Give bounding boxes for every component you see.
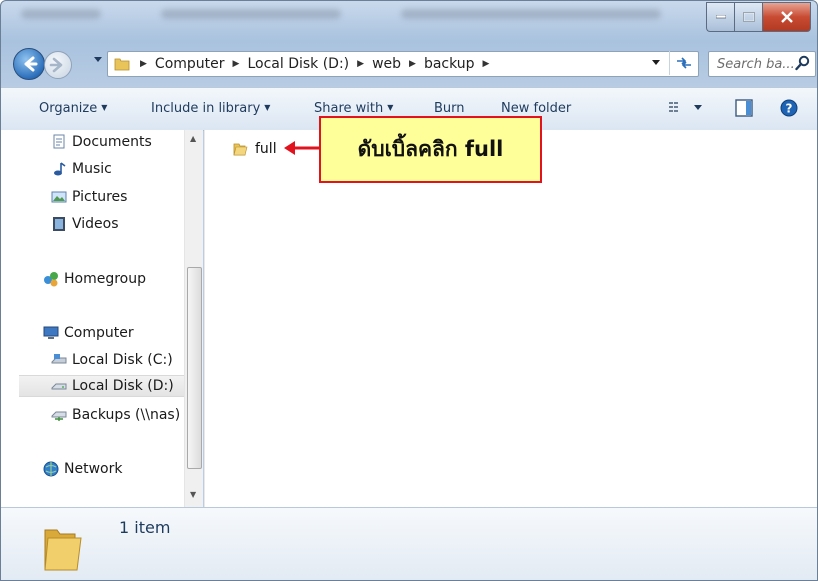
large-folder-icon <box>44 529 82 571</box>
network-drive-icon <box>51 411 67 421</box>
nav-item-documents[interactable]: Documents <box>51 131 152 153</box>
network-icon <box>43 461 59 477</box>
videos-icon <box>53 217 65 231</box>
share-with-menu[interactable]: Share with ▼ <box>314 101 393 116</box>
search-box[interactable] <box>708 51 816 77</box>
refresh-button[interactable] <box>669 51 698 75</box>
folder-item-full[interactable]: full <box>233 141 277 157</box>
address-bar[interactable]: ▶ Computer ▶ Local Disk (D:) ▶ web ▶ bac… <box>107 51 699 77</box>
scroll-up-icon[interactable]: ▲ <box>190 134 196 143</box>
annotation-callout: ดับเบิ้ลคลิก full <box>319 116 542 183</box>
address-dropdown-icon[interactable] <box>652 60 660 66</box>
nav-item-homegroup[interactable]: Homegroup <box>43 268 146 290</box>
breadcrumb-separator[interactable]: ▶ <box>483 59 490 69</box>
scroll-thumb[interactable] <box>187 267 202 469</box>
include-in-library-label: Include in library <box>151 101 261 116</box>
organize-label: Organize <box>39 101 98 116</box>
file-list <box>204 130 817 507</box>
minimize-icon <box>715 15 726 19</box>
homegroup-icon <box>44 272 58 287</box>
back-arrow-icon <box>24 56 38 72</box>
pictures-icon <box>51 191 67 203</box>
include-in-library-menu[interactable]: Include in library ▼ <box>151 101 270 116</box>
nav-item-label: Local Disk (D:) <box>72 378 174 394</box>
svg-text:?: ? <box>786 102 793 116</box>
nav-scrollbar[interactable]: ▲ ▼ <box>184 130 203 507</box>
nav-item-label: Backups (\\nas) <box>72 407 181 423</box>
change-view-button[interactable] <box>668 99 702 119</box>
share-with-label: Share with <box>314 101 384 116</box>
scroll-down-icon[interactable]: ▼ <box>190 490 196 499</box>
caption-buttons <box>706 2 811 32</box>
nav-item-label: Pictures <box>72 189 128 205</box>
folder-icon <box>114 58 130 71</box>
chevron-down-icon: ▼ <box>101 103 108 112</box>
title-blur <box>401 9 661 19</box>
explorer-window: ▶ Computer ▶ Local Disk (D:) ▶ web ▶ bac… <box>0 0 818 581</box>
nav-item-backups-nas[interactable]: Backups (\\nas) <box>51 404 180 426</box>
nav-item-label: Local Disk (C:) <box>72 352 173 368</box>
help-icon: ? <box>780 99 798 117</box>
computer-icon <box>43 326 59 339</box>
system-drive-icon <box>51 354 67 364</box>
nav-item-network[interactable]: Network <box>43 458 122 480</box>
nav-item-label: Network <box>64 461 123 477</box>
nav-item-label: Documents <box>72 134 152 150</box>
preview-pane-icon <box>735 99 753 117</box>
nav-item-label: Homegroup <box>64 271 147 287</box>
view-options-icon <box>669 102 702 112</box>
maximize-button[interactable] <box>734 2 763 32</box>
forward-button[interactable] <box>44 51 72 79</box>
nav-item-computer[interactable]: Computer <box>43 322 134 344</box>
title-bar <box>1 1 817 43</box>
burn-button[interactable]: Burn <box>434 101 465 116</box>
organize-menu[interactable]: Organize ▼ <box>39 101 107 116</box>
chevron-down-icon: ▼ <box>264 103 271 112</box>
close-icon <box>780 11 793 23</box>
breadcrumb-local-disk-d[interactable]: Local Disk (D:) <box>247 56 349 72</box>
search-icon[interactable] <box>795 55 811 71</box>
breadcrumb-web[interactable]: web <box>372 56 401 72</box>
documents-icon <box>53 134 65 149</box>
drive-icon <box>51 383 67 390</box>
recent-pages-dropdown-icon[interactable] <box>94 57 102 63</box>
preview-pane-button[interactable] <box>735 99 753 121</box>
nav-item-label: Music <box>72 161 112 177</box>
nav-item-videos[interactable]: Videos <box>51 213 119 235</box>
breadcrumb-backup[interactable]: backup <box>424 56 475 72</box>
details-pane: 1 item <box>1 507 817 580</box>
nav-item-label: Computer <box>64 325 134 341</box>
breadcrumb-separator[interactable]: ▶ <box>409 59 416 69</box>
item-count: 1 item <box>119 518 171 537</box>
nav-item-local-disk-c[interactable]: Local Disk (C:) <box>51 349 173 371</box>
minimize-button[interactable] <box>706 2 734 32</box>
help-button[interactable]: ? <box>780 99 798 121</box>
search-input[interactable] <box>715 53 795 75</box>
forward-arrow-icon <box>49 57 63 73</box>
back-button[interactable] <box>13 48 45 80</box>
music-icon <box>54 162 66 176</box>
refresh-icon <box>677 57 691 69</box>
folder-icon <box>233 143 248 156</box>
breadcrumb-computer[interactable]: Computer <box>155 56 225 72</box>
nav-item-pictures[interactable]: Pictures <box>51 186 127 208</box>
maximize-icon <box>742 12 755 22</box>
nav-item-local-disk-d[interactable]: Local Disk (D:) <box>19 375 201 397</box>
callout-arrow-icon <box>284 141 320 155</box>
breadcrumb-separator[interactable]: ▶ <box>140 59 147 69</box>
nav-item-label: Videos <box>72 216 119 232</box>
close-button[interactable] <box>763 2 811 32</box>
breadcrumb-separator[interactable]: ▶ <box>357 59 364 69</box>
title-blur <box>161 9 341 19</box>
navigation-pane: Documents Music Pictures Videos Homegrou… <box>1 130 203 507</box>
title-blur <box>21 9 101 19</box>
folder-name: full <box>255 141 277 157</box>
new-folder-button[interactable]: New folder <box>501 101 571 116</box>
breadcrumb-separator[interactable]: ▶ <box>233 59 240 69</box>
chevron-down-icon: ▼ <box>387 103 394 112</box>
nav-item-music[interactable]: Music <box>51 158 112 180</box>
